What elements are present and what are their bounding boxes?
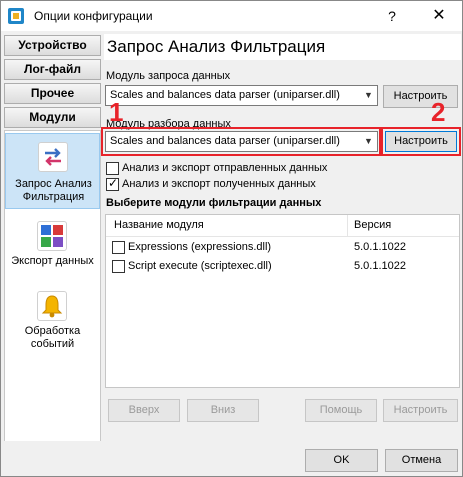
- tile-label-line2: Фильтрация: [22, 191, 85, 203]
- nav-tile-event-handling[interactable]: Обработка событий: [5, 287, 100, 357]
- nav-tile-export-data[interactable]: Экспорт данных: [5, 215, 100, 275]
- module-help-button[interactable]: Помощь: [305, 399, 377, 422]
- annotation-marker-1: 1: [109, 97, 124, 127]
- column-header-name[interactable]: Название модуля: [114, 219, 204, 231]
- request-module-select[interactable]: Scales and balances data parser (unipars…: [105, 85, 378, 106]
- request-module-value: Scales and balances data parser (unipars…: [110, 89, 340, 101]
- annotation-box-2: [381, 127, 461, 156]
- analyze-received-label: Анализ и экспорт полученных данных: [122, 178, 316, 190]
- row-checkbox[interactable]: [112, 260, 125, 273]
- help-question-button[interactable]: ?: [382, 6, 402, 26]
- table-header: Название модуля Версия: [106, 215, 459, 237]
- nav-button-modules[interactable]: Модули: [4, 107, 101, 128]
- move-down-button[interactable]: Вниз: [187, 399, 259, 422]
- analyze-sent-label: Анализ и экспорт отправленных данных: [122, 162, 328, 174]
- nav-button-other[interactable]: Прочее: [4, 83, 101, 104]
- nav-button-device[interactable]: Устройство: [4, 35, 101, 56]
- app-icon: [8, 8, 24, 24]
- filter-section-title: Выберите модули фильтрации данных: [106, 197, 322, 209]
- table-row[interactable]: Expressions (expressions.dll) 5.0.1.1022: [106, 239, 459, 257]
- configure-request-button[interactable]: Настроить: [383, 85, 458, 108]
- export-grid-icon: [37, 221, 67, 251]
- row-module-version: 5.0.1.1022: [354, 260, 406, 272]
- arrows-exchange-icon: [38, 142, 68, 172]
- tile-label-line1: Обработка: [24, 325, 81, 337]
- ok-button[interactable]: OK: [305, 449, 378, 472]
- window-title: Опции конфигурации: [34, 9, 153, 23]
- tile-label-line2: событий: [30, 338, 75, 350]
- configure-filter-button[interactable]: Настроить: [383, 399, 458, 422]
- row-module-version: 5.0.1.1022: [354, 241, 406, 253]
- modules-nav-panel: Запрос Анализ Фильтрация Экспорт данных: [4, 130, 101, 444]
- filter-modules-table: Название модуля Версия Expressions (expr…: [105, 214, 460, 388]
- bell-icon: [37, 291, 67, 321]
- column-header-version[interactable]: Версия: [354, 219, 391, 231]
- analyze-received-checkbox[interactable]: [106, 176, 119, 191]
- row-module-name: Script execute (scriptexec.dll): [128, 260, 272, 272]
- title-bar: Опции конфигурации ? ✕: [1, 1, 462, 31]
- move-up-button[interactable]: Вверх: [108, 399, 180, 422]
- tile-label-line1: Запрос Анализ: [15, 178, 92, 190]
- column-divider[interactable]: [347, 215, 348, 237]
- nav-tile-query-analysis-filter[interactable]: Запрос Анализ Фильтрация: [5, 133, 100, 209]
- close-icon[interactable]: ✕: [424, 5, 454, 27]
- request-module-label: Модуль запроса данных: [106, 70, 231, 82]
- analyze-sent-checkbox[interactable]: [106, 162, 119, 175]
- cancel-button[interactable]: Отмена: [385, 449, 458, 472]
- nav-button-log-file[interactable]: Лог-файл: [4, 59, 101, 80]
- row-checkbox[interactable]: [112, 241, 125, 254]
- page-title: Запрос Анализ Фильтрация: [104, 34, 461, 60]
- annotation-box-1: [101, 127, 381, 156]
- table-row[interactable]: Script execute (scriptexec.dll) 5.0.1.10…: [106, 258, 459, 276]
- row-module-name: Expressions (expressions.dll): [128, 241, 272, 253]
- config-options-window: Опции конфигурации ? ✕ Устройство Лог-фа…: [0, 0, 463, 477]
- annotation-marker-2: 2: [431, 97, 446, 127]
- chevron-down-icon: ▼: [364, 90, 373, 100]
- tile-label-export: Экспорт данных: [11, 255, 94, 267]
